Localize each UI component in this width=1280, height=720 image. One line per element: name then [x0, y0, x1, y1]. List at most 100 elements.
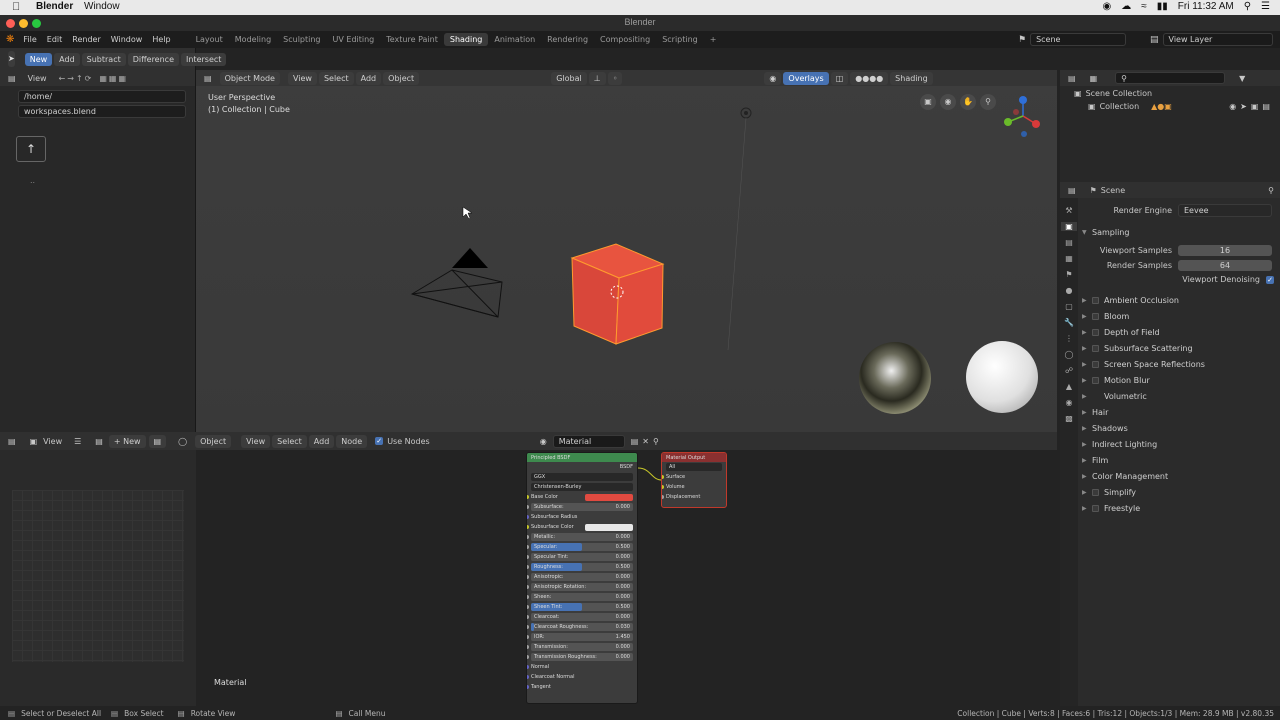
tab-layout[interactable]: Layout	[190, 33, 229, 46]
bsdf-param-slider[interactable]: Specular Tint: 0.000	[531, 553, 633, 561]
scene-field[interactable]: Scene	[1030, 33, 1127, 46]
control-center-icon[interactable]: ☰	[1261, 1, 1270, 12]
object-tab-icon[interactable]: ▢	[1065, 302, 1073, 311]
sampling-panel-header[interactable]: ▼ Sampling	[1082, 224, 1129, 240]
physics-tab-icon[interactable]: ◯	[1065, 350, 1074, 359]
filename-field[interactable]: workspaces.blend	[18, 105, 186, 118]
render-engine-dropdown[interactable]: Eevee	[1178, 204, 1272, 217]
collection-row[interactable]: ▣ Collection ▲●▣ ◉➤▣▤	[1088, 102, 1278, 111]
shading-dropdown[interactable]: Shading	[890, 71, 933, 85]
material-slot-icon[interactable]: ◉	[540, 437, 547, 446]
checkbox[interactable]	[1092, 488, 1099, 496]
parent-dir-label[interactable]: ..	[30, 176, 35, 185]
distribution-dropdown[interactable]: GGX	[531, 473, 633, 481]
tab-compositing[interactable]: Compositing	[594, 33, 656, 46]
scene-collection-row[interactable]: ▣ Scene Collection	[1074, 89, 1152, 98]
menu-help[interactable]: Help	[147, 35, 175, 44]
subsurface-method-dropdown[interactable]: Christensen-Burley	[531, 483, 633, 491]
view-layer-tab-icon[interactable]: ▦	[1065, 254, 1073, 263]
panel-freestyle[interactable]: ▶ Freestyle	[1082, 500, 1278, 516]
bsdf-param-slider[interactable]: Specular: 0.500	[531, 543, 633, 551]
socket[interactable]	[527, 555, 529, 559]
zoom-icon[interactable]: ⚲	[980, 94, 996, 110]
properties-editor-icon[interactable]: ▤	[1068, 186, 1076, 195]
tab-texture-paint[interactable]: Texture Paint	[380, 33, 444, 46]
base-color-swatch[interactable]	[585, 493, 633, 501]
bsdf-param-slider[interactable]: Sheen Tint: 0.500	[531, 603, 633, 611]
path-field[interactable]: /home/	[18, 90, 186, 103]
camera-object[interactable]	[410, 248, 503, 318]
outliner-editor-icon[interactable]: ▤	[1068, 74, 1076, 83]
tab-scripting[interactable]: Scripting	[656, 33, 704, 46]
panel-motion-blur[interactable]: ▶ Motion Blur	[1082, 372, 1278, 388]
material-name-field[interactable]: Material	[552, 434, 625, 448]
viewport-denoising-checkbox[interactable]: ✓	[1266, 275, 1274, 284]
target-dropdown[interactable]: All	[666, 463, 722, 471]
socket[interactable]	[527, 595, 529, 599]
node-header[interactable]: Material Output	[662, 453, 726, 462]
panel-indirect-lighting[interactable]: ▶ Indirect Lighting	[1082, 436, 1278, 452]
bsdf-param-slider[interactable]: Subsurface: 0.000	[531, 503, 633, 511]
render-tab-icon[interactable]: ▣	[1061, 222, 1077, 231]
image-view-menu[interactable]: View	[43, 437, 62, 446]
proportional-icon[interactable]: ◦	[607, 71, 623, 85]
world-tab-icon[interactable]: ●	[1066, 286, 1073, 295]
snap-icon[interactable]: ⊥	[588, 71, 606, 85]
viewport-menu-select[interactable]: Select	[318, 71, 354, 85]
material-actions-icon[interactable]: ▤✕⚲	[631, 437, 663, 446]
viewport-menu-add[interactable]: Add	[355, 71, 382, 85]
bsdf-param-slider[interactable]: Anisotropic Rotation: 0.000	[531, 583, 633, 591]
orientation-dropdown[interactable]: Global	[551, 71, 587, 85]
file-browser-icon[interactable]: ▤	[8, 74, 16, 83]
bsdf-param-slider[interactable]: Anisotropic: 0.000	[531, 573, 633, 581]
node-menu-node[interactable]: Node	[336, 434, 368, 448]
filter-icon[interactable]: ▼	[1239, 74, 1245, 83]
view-menu[interactable]: View	[28, 74, 47, 83]
checkbox[interactable]	[1092, 312, 1099, 320]
checkbox[interactable]	[1092, 360, 1099, 368]
display-mode-icon[interactable]: ▦▦▦	[99, 74, 128, 83]
mode-difference-button[interactable]: Difference	[127, 52, 179, 66]
socket[interactable]	[527, 625, 529, 629]
3d-viewport[interactable]: User Perspective (1) Collection | Cube ▣…	[196, 70, 1057, 432]
mode-intersect-button[interactable]: Intersect	[181, 52, 227, 66]
outliner-search-input[interactable]: ⚲	[1115, 72, 1226, 84]
socket[interactable]	[527, 635, 529, 639]
cube-object[interactable]	[570, 243, 665, 345]
panel-simplify[interactable]: ▶ Simplify	[1082, 484, 1278, 500]
cloud-icon[interactable]: ☁	[1121, 1, 1131, 12]
socket[interactable]	[527, 665, 529, 669]
bsdf-param-slider[interactable]: Transmission: 0.000	[531, 643, 633, 651]
shading-modes-icon[interactable]: ●●●●	[850, 71, 889, 85]
socket[interactable]	[527, 675, 529, 679]
panel-shadows[interactable]: ▶ Shadows	[1082, 420, 1278, 436]
battery-icon[interactable]: ▮▮	[1157, 1, 1168, 12]
socket[interactable]	[527, 605, 529, 609]
viewport-samples-field[interactable]: 16	[1178, 245, 1272, 256]
particles-tab-icon[interactable]: ⋮	[1065, 334, 1073, 343]
socket[interactable]	[527, 525, 529, 529]
menu-render[interactable]: Render	[67, 35, 105, 44]
material-tab-icon[interactable]: ◉	[1066, 398, 1073, 407]
apple-icon[interactable]: 	[12, 1, 20, 13]
open-image-button[interactable]: ▤	[148, 434, 167, 448]
overlays-button[interactable]: Overlays	[783, 71, 829, 85]
socket[interactable]	[662, 495, 664, 499]
visibility-icon[interactable]: ◉	[764, 71, 782, 85]
modifier-tab-icon[interactable]: 🔧	[1064, 318, 1074, 327]
axis-gizmo[interactable]	[996, 94, 1046, 144]
image-editor-icon[interactable]: ▤	[8, 437, 16, 446]
checkbox[interactable]	[1092, 344, 1099, 352]
tab-modeling[interactable]: Modeling	[229, 33, 277, 46]
panel-depth-of-field[interactable]: ▶ Depth of Field	[1082, 324, 1278, 340]
bsdf-param-slider[interactable]: Transmission Roughness: 0.000	[531, 653, 633, 661]
node-editor-icon[interactable]: ◯	[178, 437, 187, 446]
socket[interactable]	[527, 655, 529, 659]
viewport-denoising-row[interactable]: Viewport Denoising ✓	[1182, 275, 1274, 284]
socket[interactable]	[527, 585, 529, 589]
shader-type-dropdown[interactable]: Object	[195, 434, 232, 448]
socket[interactable]	[527, 615, 529, 619]
nav-arrows-icon[interactable]: ←→↑⟳	[59, 74, 94, 83]
image-editor[interactable]	[0, 450, 196, 706]
socket[interactable]	[662, 475, 664, 479]
